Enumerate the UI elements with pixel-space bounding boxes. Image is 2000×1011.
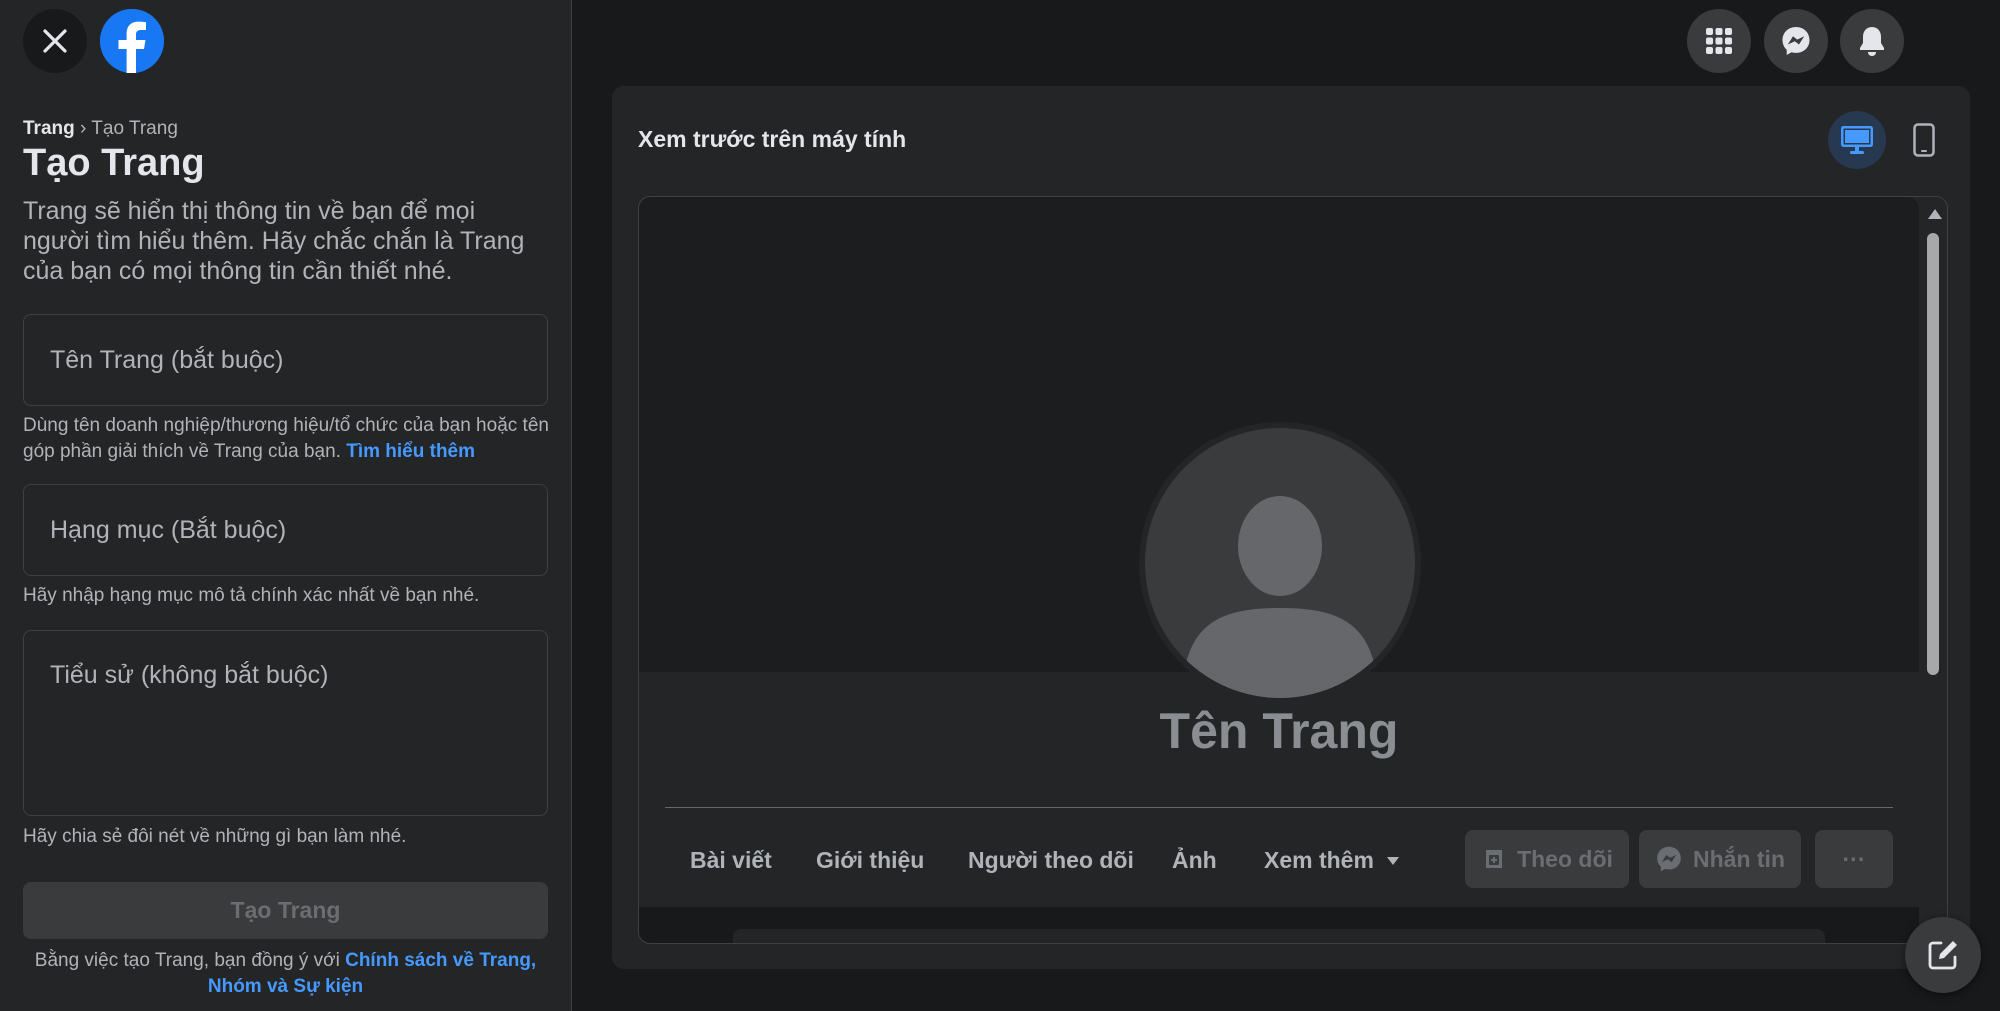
category-helper: Hãy nhập hạng mục mô tả chính xác nhất v… [23, 585, 480, 606]
preview-card: Xem trước trên máy tính Tên Trang Bài vi… [612, 86, 1970, 969]
preview-divider [665, 807, 1893, 808]
bio-helper: Hãy chia sẻ đôi nét về những gì bạn làm … [23, 826, 407, 847]
preview-follow-button[interactable]: Theo dõi [1465, 830, 1629, 888]
new-message-button[interactable] [1905, 917, 1981, 993]
apps-menu-button[interactable] [1687, 9, 1751, 73]
follow-page-icon [1486, 850, 1503, 868]
category-input[interactable] [23, 484, 548, 576]
preview-feed-area [639, 907, 1919, 943]
breadcrumb: Trang › Tạo Trang [23, 118, 178, 140]
preview-title: Xem trước trên máy tính [638, 126, 907, 152]
preview-more-options-button[interactable]: ··· [1815, 830, 1893, 888]
create-page-sidebar: Trang › Tạo Trang Tạo Trang Trang sẽ hiể… [0, 0, 572, 1011]
preview-tab-posts[interactable]: Bài viết [690, 847, 772, 874]
page-name-helper: Dùng tên doanh nghiệp/thương hiệu/tổ chứ… [23, 413, 553, 465]
close-button[interactable] [23, 9, 87, 73]
create-page-button[interactable]: Tạo Trang [23, 882, 548, 939]
more-dots-icon: ··· [1842, 845, 1866, 872]
terms-text: Bằng việc tạo Trang, bạn đồng ý với Chín… [23, 948, 548, 1000]
compose-icon [1928, 941, 1957, 970]
intro-text: Trang sẽ hiển thị thông tin về bạn để mọ… [23, 197, 525, 285]
profile-picture-placeholder [1139, 422, 1421, 704]
preview-tab-about[interactable]: Giới thiệu [816, 847, 924, 874]
bell-icon [1860, 27, 1884, 56]
messenger-icon [1657, 846, 1681, 872]
facebook-logo[interactable] [100, 9, 164, 73]
messenger-button[interactable] [1764, 9, 1828, 73]
page-title: Tạo Trang [23, 142, 205, 184]
desktop-preview-toggle[interactable] [1828, 111, 1886, 169]
preview-message-button[interactable]: Nhắn tin [1639, 830, 1801, 888]
close-icon [43, 29, 67, 53]
preview-tab-photos[interactable]: Ảnh [1172, 847, 1217, 874]
page-preview-frame: Tên Trang Bài viết Giới thiệu Người theo… [638, 196, 1948, 944]
preview-page-name: Tên Trang [1159, 703, 1399, 759]
messenger-icon [1782, 27, 1810, 55]
learn-more-link[interactable]: Tìm hiểu thêm [346, 441, 475, 462]
grid-menu-icon [1706, 28, 1732, 54]
breadcrumb-root[interactable]: Trang [23, 118, 75, 139]
notifications-button[interactable] [1840, 9, 1904, 73]
facebook-logo-icon [100, 9, 164, 73]
preview-scrollbar[interactable] [1921, 197, 1945, 943]
page-name-input[interactable] [23, 314, 548, 406]
preview-feed-card [733, 929, 1825, 943]
preview-tab-followers[interactable]: Người theo dõi [968, 847, 1134, 874]
preview-tab-more-label: Xem thêm [1264, 847, 1374, 873]
bio-input[interactable] [23, 630, 548, 816]
scroll-up-arrow-icon[interactable] [1928, 209, 1942, 219]
mobile-preview-toggle[interactable] [1895, 111, 1953, 169]
default-avatar-icon [1185, 496, 1375, 698]
preview-message-label: Nhắn tin [1693, 845, 1785, 872]
scrollbar-thumb[interactable] [1927, 233, 1939, 675]
preview-follow-label: Theo dõi [1517, 845, 1613, 872]
breadcrumb-current: Tạo Trang [91, 118, 178, 139]
preview-tab-more[interactable]: Xem thêm [1264, 847, 1400, 874]
mobile-phone-icon [1913, 123, 1935, 157]
caret-down-icon [1386, 856, 1399, 865]
breadcrumb-separator: › [80, 118, 87, 139]
desktop-monitor-icon [1841, 126, 1873, 154]
terms-prefix: Bằng việc tạo Trang, bạn đồng ý với [34, 950, 340, 971]
